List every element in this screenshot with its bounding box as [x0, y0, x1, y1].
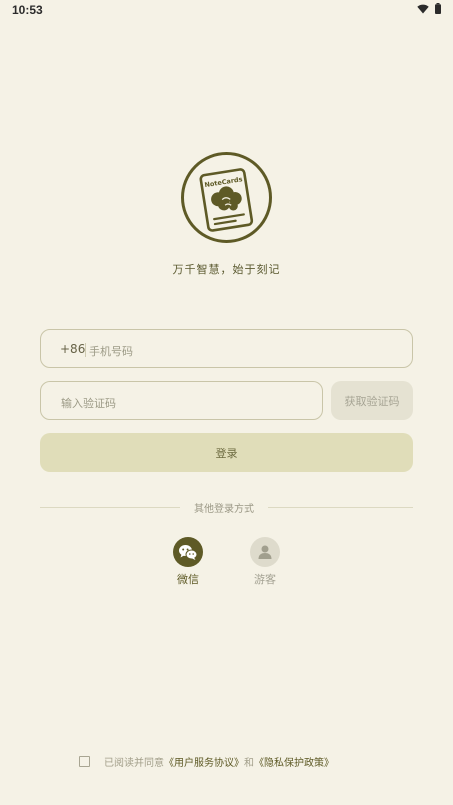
divider-line-right: [268, 507, 413, 508]
wechat-label: 微信: [177, 573, 199, 586]
agreement-checkbox[interactable]: [79, 755, 90, 767]
status-icons: [417, 3, 441, 14]
get-code-button[interactable]: 获取验证码: [331, 381, 413, 420]
guest-login-button[interactable]: 游客: [245, 537, 285, 589]
agreement-row: 已阅读并同意 《用户服务协议》 和 《隐私保护政策》: [79, 753, 334, 769]
wechat-icon[interactable]: [173, 537, 203, 567]
phone-field[interactable]: +86 手机号码: [40, 329, 413, 368]
login-button[interactable]: 登录: [40, 433, 413, 472]
phone-input[interactable]: 手机号码: [89, 343, 133, 359]
other-login-label: 其他登录方式: [194, 504, 254, 515]
guest-label: 游客: [254, 573, 276, 586]
wifi-icon: [417, 4, 429, 13]
user-agreement-link[interactable]: 《用户服务协议》: [164, 754, 244, 769]
agreement-and: 和: [244, 757, 254, 769]
notecards-logo: NoteCards: [181, 152, 272, 243]
agreement-prefix: 已阅读并同意: [104, 757, 164, 769]
privacy-policy-link[interactable]: 《隐私保护政策》: [254, 754, 334, 769]
battery-icon: [435, 3, 441, 14]
verification-code-input[interactable]: 输入验证码: [61, 395, 116, 411]
verification-code-field[interactable]: 输入验证码: [40, 381, 323, 420]
status-bar: 10:53: [0, 0, 453, 22]
slogan: 万千智慧，始于刻记: [172, 263, 281, 276]
country-code[interactable]: +86: [60, 342, 85, 356]
divider-line-left: [40, 507, 180, 508]
wechat-login-button[interactable]: 微信: [168, 537, 208, 589]
country-code-divider: [85, 343, 86, 357]
other-login-divider: 其他登录方式: [40, 500, 413, 516]
guest-icon[interactable]: [250, 537, 280, 567]
status-time: 10:53: [12, 3, 43, 17]
